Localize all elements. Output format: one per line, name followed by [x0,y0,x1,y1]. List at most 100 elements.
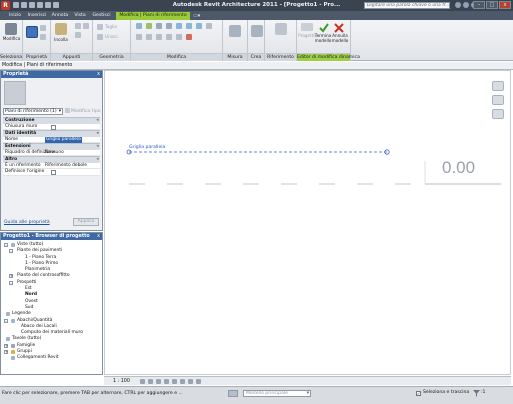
panel-dynamic-editor: Progetto Termina modello Annulla modello… [297,20,360,61]
paste-icon[interactable] [55,23,67,35]
tab-modifica-piani[interactable]: Modifica | Piani di riferimento [116,12,190,20]
defines-origin-checkbox[interactable] [51,170,56,175]
panel-title-selection: Seleziona [0,53,23,61]
tab-inizio[interactable]: Inizio [6,12,24,20]
search-input[interactable]: Digitare una parola chiave o una fr... [364,2,450,9]
copy-modify-icon[interactable] [186,23,192,29]
steering-wheel-icon[interactable] [492,95,504,105]
paste-label[interactable]: Incolla [51,37,71,42]
ribbon-minimize-icon[interactable]: ▭▾ [193,13,200,19]
expand-toggle-icon[interactable]: + [9,274,13,279]
collapse-toggle-icon[interactable]: - [9,280,13,285]
panel-selection: Modifica Seleziona [0,20,23,61]
sun-path-icon[interactable] [156,379,161,384]
create-similar-icon[interactable] [251,25,263,37]
family-types-icon[interactable] [40,34,46,40]
panel-title-clipboard: Appunti [51,53,92,61]
type-selector[interactable]: Piani di riferimento (1) ▾ [3,108,63,115]
tab-gestisci[interactable]: Gestisci [89,12,114,20]
finish-model-check-icon[interactable] [319,23,329,33]
edit-type-button[interactable]: Modifica tipo [65,108,100,115]
project-icon[interactable] [301,23,313,31]
array-icon[interactable] [146,34,152,40]
crop-view-icon[interactable] [172,379,177,384]
browser-close-icon[interactable]: x [97,233,100,240]
panel-title-geometry: Geometria [93,53,130,61]
panel-create: Crea [248,20,265,61]
panel-geometry: Taglia Unisci Geometria [93,20,131,61]
type-properties-icon[interactable] [40,25,46,31]
panel-properties: Proprietà [23,20,51,61]
properties-help-link[interactable]: Guida alle proprietà [4,220,50,225]
detail-level-icon[interactable] [140,379,145,384]
collapse-toggle-icon[interactable]: - [4,243,8,247]
properties-close-icon[interactable]: x [97,71,100,78]
match-type-icon[interactable] [75,32,81,38]
chevron-down-icon: ▾ [58,109,61,114]
collapse-toggle-icon[interactable]: - [4,318,8,323]
drag-elements-label: Seleziona e trascina [423,390,470,395]
expand-toggle-icon[interactable]: + [4,343,8,348]
tree-node-revit-links[interactable]: Collegamenti Revit [3,355,102,361]
minimize-button[interactable]: – [473,1,485,9]
view-scale[interactable]: 1 : 100 [113,377,130,386]
subscription-icon[interactable] [463,2,469,8]
level-elevation-label[interactable]: 0.00 [442,158,475,178]
drag-elements-checkbox[interactable]: ✓ [416,391,421,396]
modify-button-label[interactable]: Modifica [0,36,23,41]
filter-icon[interactable] [473,390,480,397]
trim-icon[interactable] [206,23,212,29]
tab-vista[interactable]: Vista [72,12,88,20]
close-button[interactable]: x [499,1,511,9]
reveal-hidden-icon[interactable] [196,379,201,384]
link-icon [11,356,15,361]
mirror-draw-icon[interactable] [166,23,172,29]
reference-plane-label[interactable]: Griglia parallela [129,145,165,150]
apply-button[interactable]: Applica [73,218,99,226]
panel-reference: Riferimento [265,20,297,61]
mirror-axis-icon[interactable] [156,23,162,29]
cut-geometry-icon[interactable] [97,24,103,30]
collapse-toggle-icon[interactable]: - [9,249,13,254]
shadows-icon[interactable] [164,379,169,384]
finish-model-label[interactable]: Termina modello [314,33,332,43]
unpin-icon[interactable] [176,34,182,40]
align-icon[interactable] [136,23,142,29]
offset-icon[interactable] [146,23,152,29]
design-option-select[interactable]: Modello principale ▾ [243,390,311,397]
tab-inserisci[interactable]: Inserisci [26,12,48,20]
schedule-icon [11,318,15,323]
move-icon[interactable] [176,23,182,29]
expand-toggle-icon[interactable]: + [4,350,8,355]
properties-palette: Proprietà x Piani di riferimento (1) ▾ M… [0,70,103,231]
binoculars-icon[interactable] [455,2,461,8]
join-geometry-icon[interactable] [97,34,103,40]
sheet-icon [6,337,10,342]
pin-icon[interactable] [166,34,172,40]
visual-style-icon[interactable] [148,379,153,384]
scale-icon[interactable] [156,34,162,40]
delete-icon[interactable] [186,34,192,40]
rotate-icon[interactable] [196,23,202,29]
split-icon[interactable] [136,34,142,40]
join-label[interactable]: Unisci [105,34,118,39]
cut-label[interactable]: Taglia [105,24,117,29]
drawing-area[interactable]: Griglia parallela 0.00 [104,70,511,375]
set-reference-icon[interactable] [275,23,287,35]
viewcube-icon[interactable] [492,81,504,91]
wall-closure-checkbox[interactable] [51,124,56,130]
modify-cursor-icon[interactable] [5,23,17,35]
workset-icon[interactable] [228,390,238,397]
copy-icon[interactable] [75,23,81,29]
cancel-model-label[interactable]: Annulla modello [331,33,349,43]
cut-clipboard-icon[interactable] [83,23,89,29]
panel-title-modify: Modifica [131,53,222,61]
temporary-hide-icon[interactable] [188,379,193,384]
properties-icon[interactable] [26,26,38,38]
show-crop-icon[interactable] [180,379,185,384]
tab-annota[interactable]: Annota [50,12,70,20]
maximize-button[interactable]: □ [486,1,498,9]
cancel-model-x-icon[interactable] [334,23,344,33]
zoom-icon[interactable] [492,109,504,119]
measure-tool-icon[interactable] [229,25,241,37]
